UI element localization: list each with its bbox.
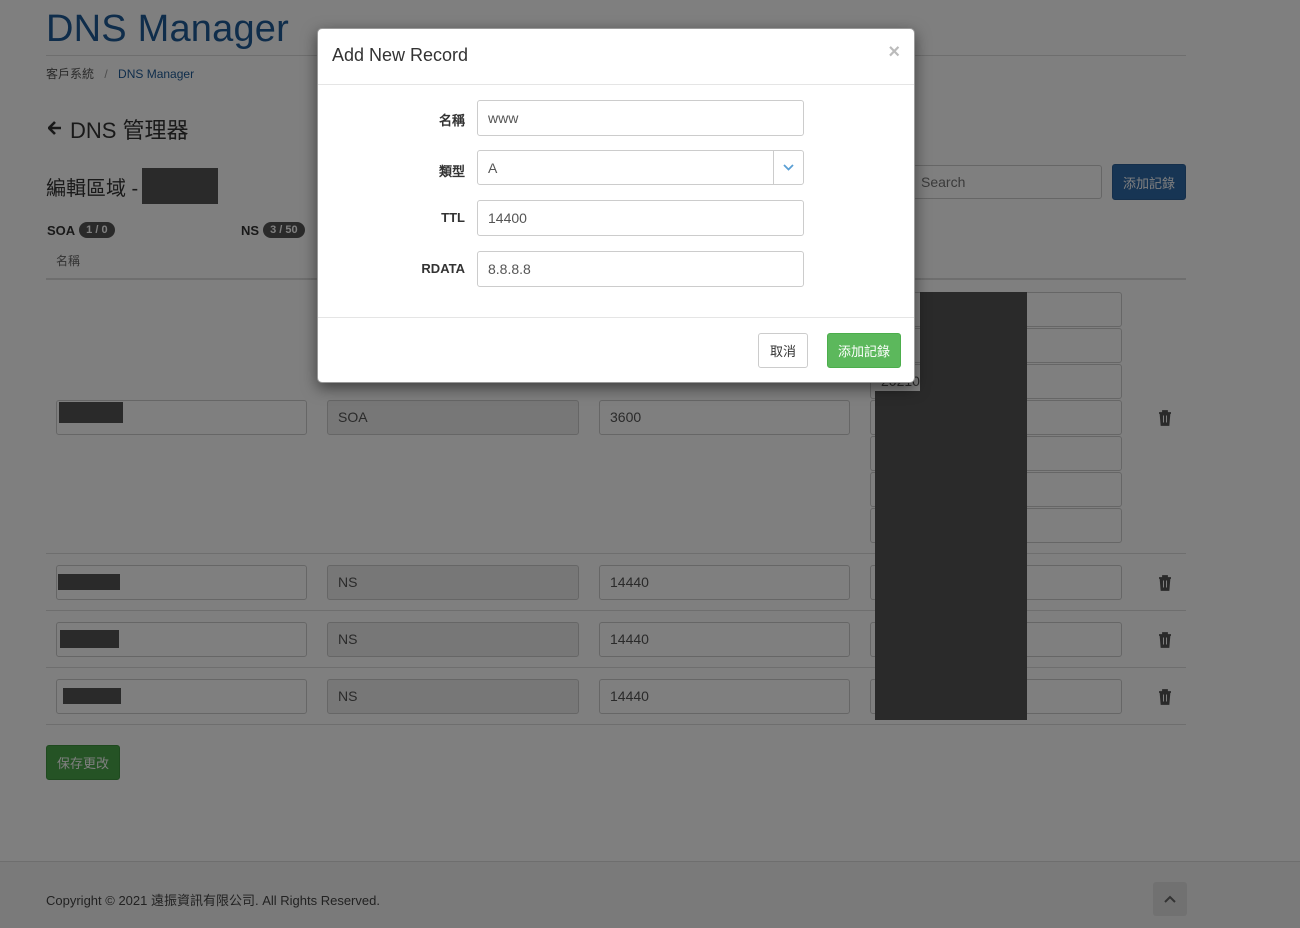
name-input[interactable]: www — [477, 100, 804, 136]
modal-header: Add New Record × — [318, 29, 914, 85]
modal-footer-divider — [318, 317, 914, 318]
close-icon[interactable]: × — [888, 41, 900, 64]
rdata-input[interactable]: 8.8.8.8 — [477, 251, 804, 287]
type-label: 類型 — [438, 164, 465, 179]
rdata-label: RDATA — [421, 261, 465, 276]
type-select-value: A — [488, 160, 498, 176]
submit-add-record-button[interactable]: 添加記錄 — [827, 333, 901, 368]
ttl-label: TTL — [441, 210, 465, 225]
chevron-down-icon[interactable] — [773, 151, 803, 184]
name-label: 名稱 — [438, 113, 465, 128]
modal-title: Add New Record — [332, 45, 469, 65]
ttl-input[interactable]: 14400 — [477, 200, 804, 236]
add-record-modal: Add New Record × 名稱 www 類型 A TTL 14400 R… — [317, 28, 915, 383]
type-select[interactable]: A — [477, 150, 804, 185]
cancel-button[interactable]: 取消 — [758, 333, 808, 368]
